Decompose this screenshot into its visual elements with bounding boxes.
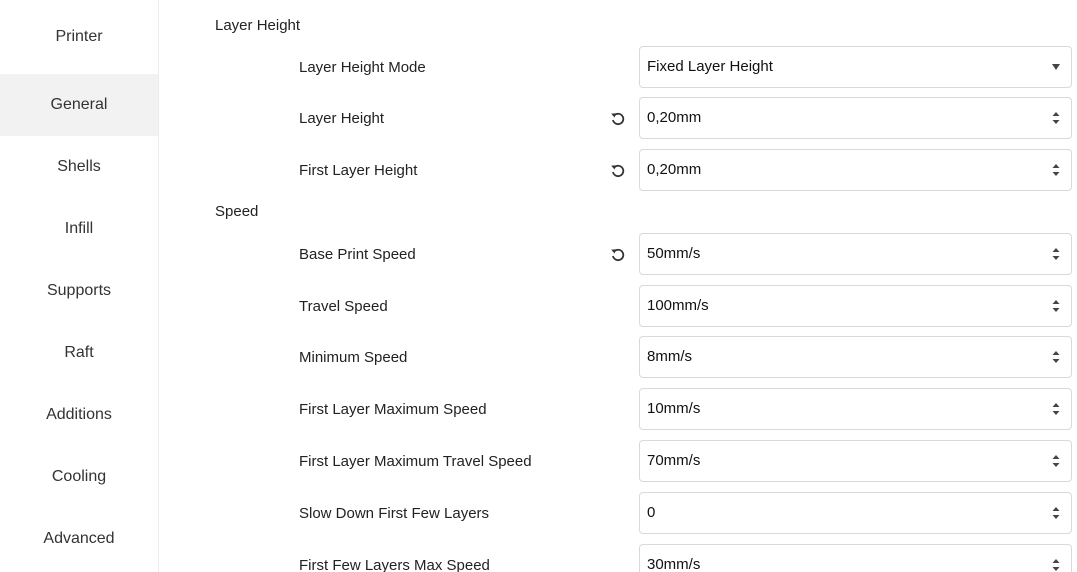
setting-row-first-layer-max-travel-speed: First Layer Maximum Travel Speed 70mm/s <box>158 440 1077 484</box>
setting-row-layer-height: Layer Height 0,20mm <box>158 97 1077 141</box>
setting-label: First Layer Maximum Travel Speed <box>299 453 532 470</box>
reset-icon[interactable] <box>608 161 628 181</box>
base-print-speed-input[interactable]: 50mm/s <box>639 233 1072 275</box>
section-header-speed: Speed <box>215 203 259 220</box>
input-value[interactable]: 0 <box>647 493 1027 533</box>
slow-down-first-few-layers-input[interactable]: 0 <box>639 492 1072 534</box>
minimum-speed-input[interactable]: 8mm/s <box>639 336 1072 378</box>
first-layer-max-speed-input[interactable]: 10mm/s <box>639 388 1072 430</box>
layer-height-input[interactable]: 0,20mm <box>639 97 1072 139</box>
sidebar-item-supports[interactable]: Supports <box>0 260 158 322</box>
input-value[interactable]: 0,20mm <box>647 98 1027 138</box>
setting-label: First Few Layers Max Speed <box>299 557 490 572</box>
reset-icon[interactable] <box>608 245 628 265</box>
setting-label: First Layer Height <box>299 162 418 179</box>
spinner-arrows-icon[interactable] <box>1051 557 1061 572</box>
spinner-arrows-icon[interactable] <box>1051 349 1061 365</box>
setting-row-slow-down-first-few-layers: Slow Down First Few Layers 0 <box>158 492 1077 536</box>
sidebar-item-additions[interactable]: Additions <box>0 384 158 446</box>
spinner-arrows-icon[interactable] <box>1051 110 1061 126</box>
setting-row-layer-height-mode: Layer Height Mode Fixed Layer Height <box>158 46 1077 90</box>
input-value[interactable]: 0,20mm <box>647 150 1027 190</box>
settings-panel: Layer Height Layer Height Mode Fixed Lay… <box>158 0 1077 572</box>
sidebar-item-shells[interactable]: Shells <box>0 136 158 198</box>
setting-row-first-layer-max-speed: First Layer Maximum Speed 10mm/s <box>158 388 1077 432</box>
input-value[interactable]: 50mm/s <box>647 234 1027 274</box>
first-few-layers-max-speed-input[interactable]: 30mm/s <box>639 544 1072 572</box>
sidebar-item-printer[interactable]: Printer <box>0 0 158 74</box>
sidebar-item-infill[interactable]: Infill <box>0 198 158 260</box>
sidebar-item-advanced[interactable]: Advanced <box>0 508 158 570</box>
setting-row-first-layer-height: First Layer Height 0,20mm <box>158 149 1077 193</box>
sidebar: Printer General Shells Infill Supports R… <box>0 0 159 572</box>
travel-speed-input[interactable]: 100mm/s <box>639 285 1072 327</box>
sidebar-item-raft[interactable]: Raft <box>0 322 158 384</box>
setting-label: Layer Height <box>299 110 385 127</box>
setting-row-travel-speed: Travel Speed 100mm/s <box>158 285 1077 329</box>
setting-label: Slow Down First Few Layers <box>299 505 490 522</box>
setting-row-first-few-layers-max-speed: First Few Layers Max Speed 30mm/s <box>158 544 1077 572</box>
section-header-layer-height: Layer Height <box>215 17 301 34</box>
setting-label: First Layer Maximum Speed <box>299 401 487 418</box>
caret-down-icon <box>1052 64 1060 70</box>
layer-height-mode-select[interactable]: Fixed Layer Height <box>639 46 1072 88</box>
first-layer-height-input[interactable]: 0,20mm <box>639 149 1072 191</box>
spinner-arrows-icon[interactable] <box>1051 505 1061 521</box>
spinner-arrows-icon[interactable] <box>1051 401 1061 417</box>
reset-icon[interactable] <box>608 109 628 129</box>
spinner-arrows-icon[interactable] <box>1051 246 1061 262</box>
input-value[interactable]: 30mm/s <box>647 545 1027 572</box>
sidebar-item-cooling[interactable]: Cooling <box>0 446 158 508</box>
input-value[interactable]: 10mm/s <box>647 389 1027 429</box>
first-layer-max-travel-speed-input[interactable]: 70mm/s <box>639 440 1072 482</box>
input-value[interactable]: 100mm/s <box>647 286 1027 326</box>
input-value[interactable]: 70mm/s <box>647 441 1027 481</box>
setting-row-base-print-speed: Base Print Speed 50mm/s <box>158 233 1077 277</box>
spinner-arrows-icon[interactable] <box>1051 162 1061 178</box>
setting-label: Travel Speed <box>299 298 388 315</box>
sidebar-item-general[interactable]: General <box>0 74 158 136</box>
spinner-arrows-icon[interactable] <box>1051 298 1061 314</box>
setting-label: Base Print Speed <box>299 246 416 263</box>
spinner-arrows-icon[interactable] <box>1051 453 1061 469</box>
setting-row-minimum-speed: Minimum Speed 8mm/s <box>158 336 1077 380</box>
setting-label: Layer Height Mode <box>299 59 426 76</box>
setting-label: Minimum Speed <box>299 349 408 366</box>
input-value[interactable]: 8mm/s <box>647 337 1027 377</box>
select-value: Fixed Layer Height <box>647 58 773 75</box>
